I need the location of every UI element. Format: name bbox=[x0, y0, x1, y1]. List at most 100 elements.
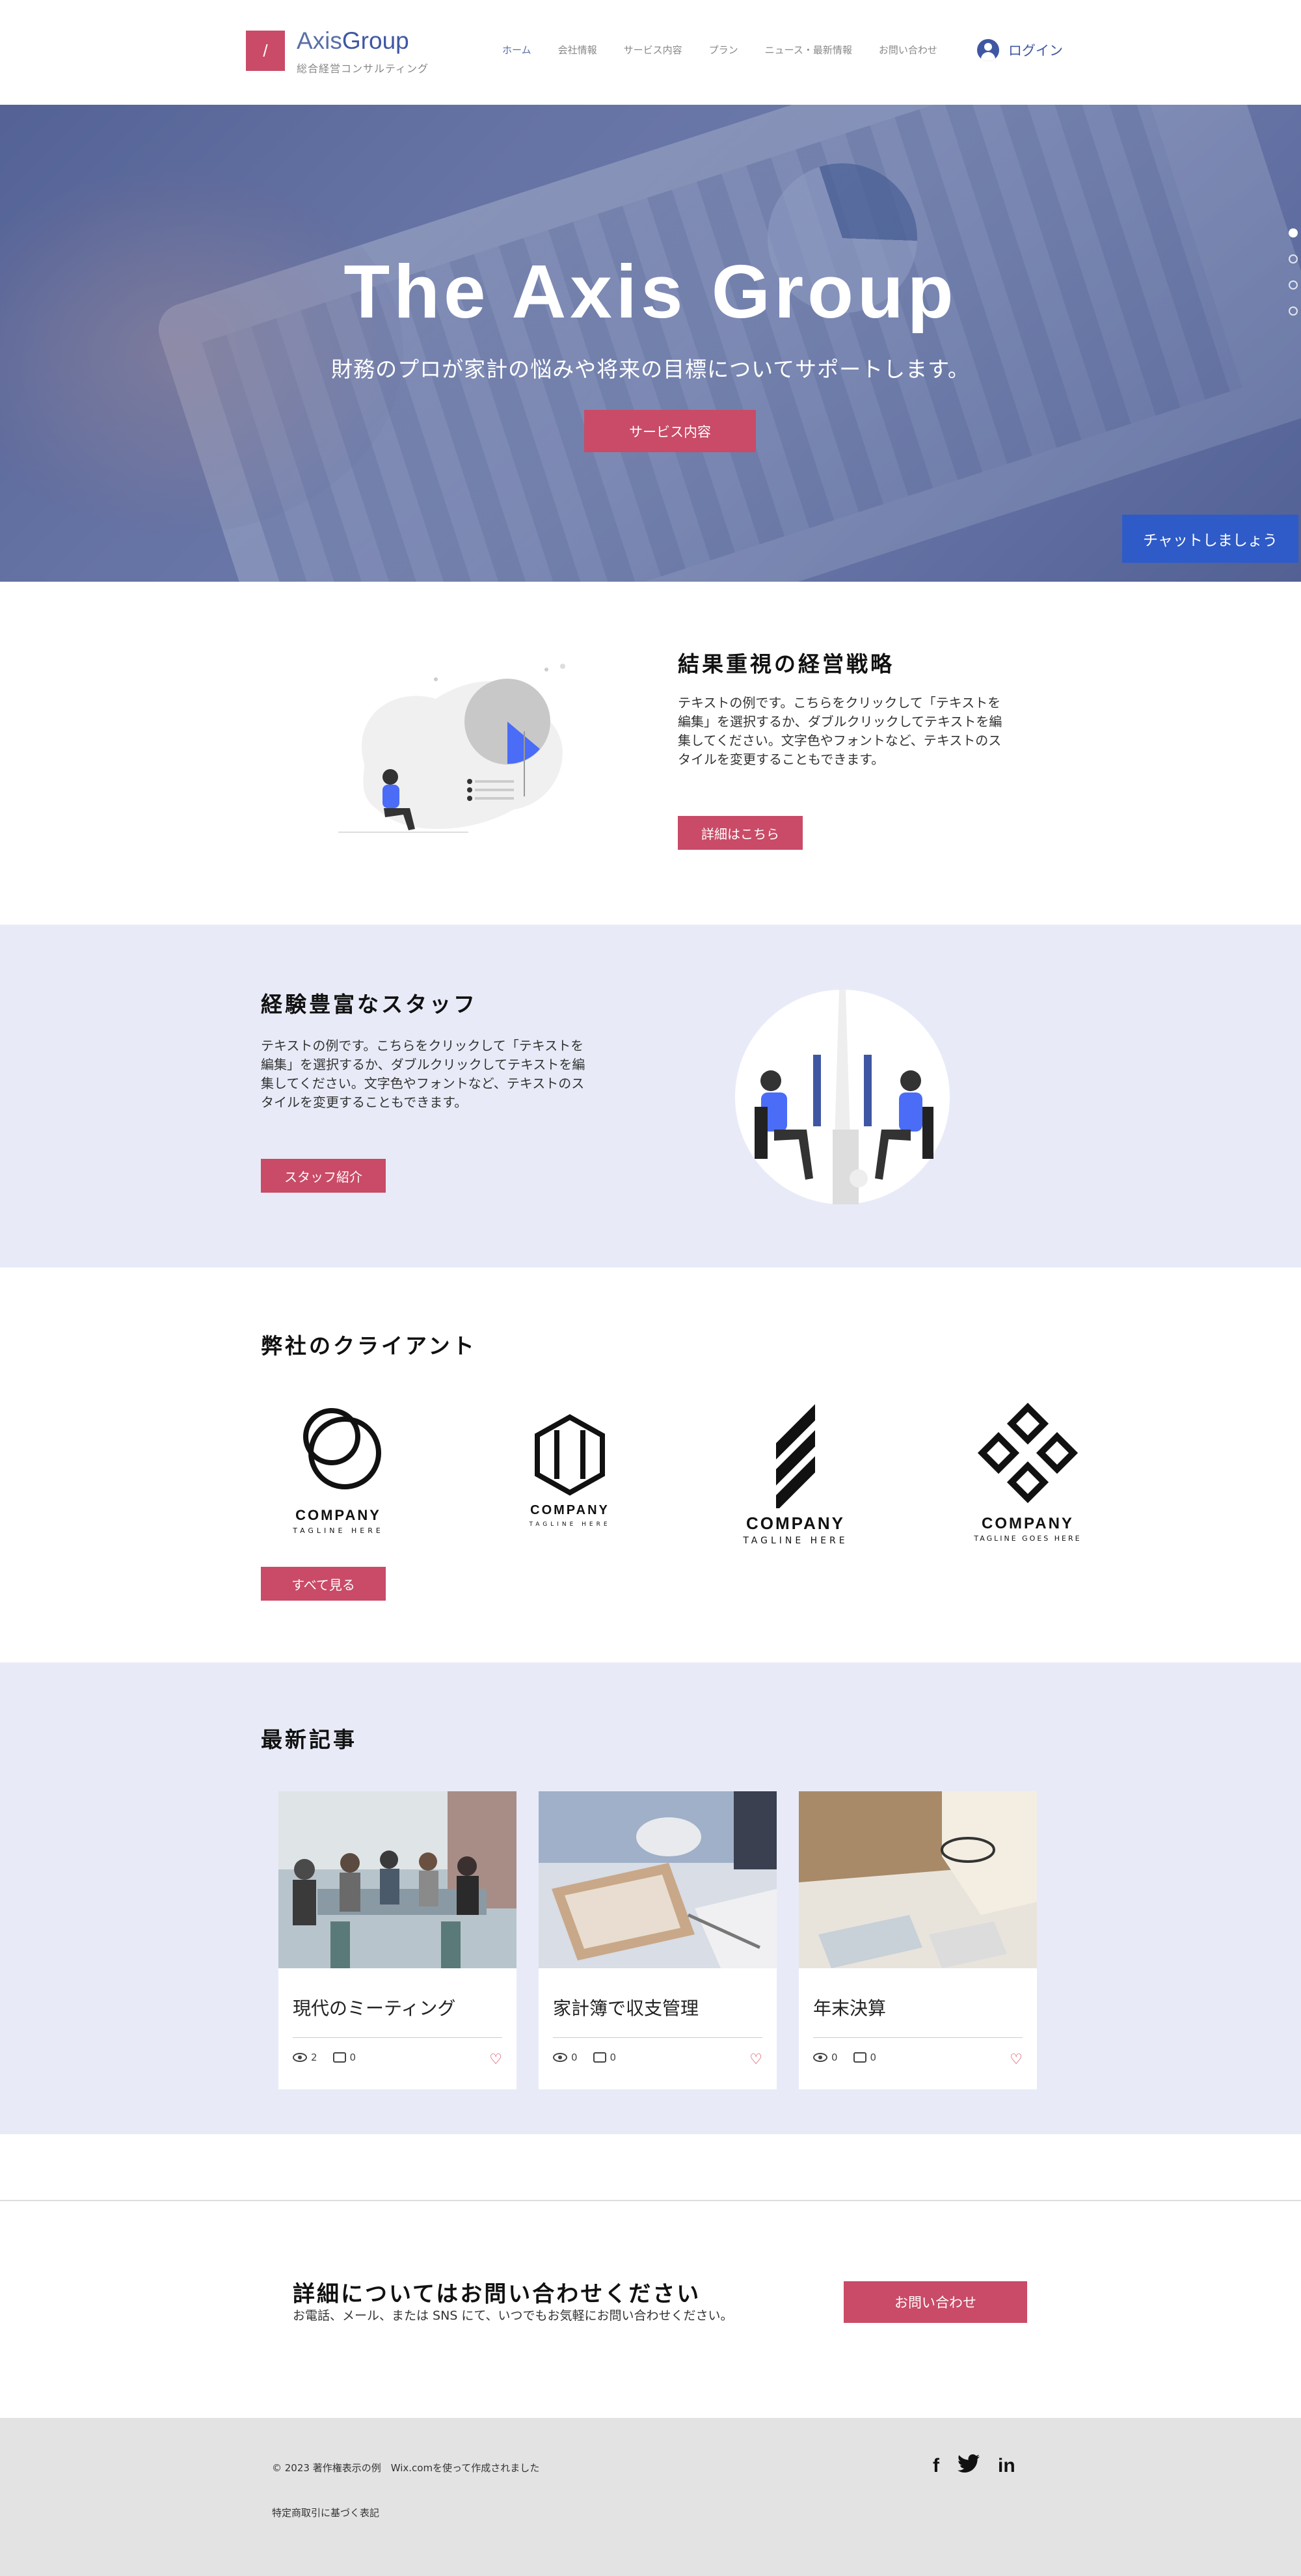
staff-intro-button[interactable]: スタッフ紹介 bbox=[261, 1159, 386, 1193]
client-name: COMPANY bbox=[746, 1513, 845, 1533]
linkedin-icon[interactable]: in bbox=[998, 2455, 1015, 2477]
logo-name[interactable]: AxisGroup bbox=[297, 27, 409, 55]
hero-overlay bbox=[0, 105, 1301, 582]
nav-item-company[interactable]: 会社情報 bbox=[558, 43, 597, 57]
comments-icon bbox=[332, 2052, 346, 2063]
client-name: COMPANY bbox=[982, 1515, 1074, 1532]
facebook-icon[interactable]: f bbox=[933, 2455, 939, 2477]
comment-count: 0 bbox=[349, 2052, 356, 2063]
views-icon bbox=[553, 2053, 567, 2062]
post-stats: 2 0 bbox=[293, 2052, 356, 2063]
rings-logo-icon bbox=[303, 1408, 381, 1489]
client-tagline: TAGLINE HERE bbox=[293, 1526, 384, 1535]
views-icon bbox=[813, 2053, 827, 2062]
login-button[interactable]: ログイン bbox=[977, 39, 1063, 61]
blog-post-card[interactable]: 家計簿で収支管理 0 0 ♡ bbox=[539, 1791, 777, 2089]
like-heart-icon[interactable]: ♡ bbox=[1010, 2052, 1023, 2068]
post-title[interactable]: 年末決算 bbox=[813, 1994, 886, 2020]
client-tagline: TAGLINE HERE bbox=[743, 1536, 848, 1546]
section-dot[interactable] bbox=[1289, 280, 1298, 290]
details-button[interactable]: 詳細はこちら bbox=[678, 816, 803, 850]
analytics-illustration bbox=[338, 664, 565, 833]
post-title[interactable]: 家計簿で収支管理 bbox=[553, 1994, 699, 2020]
twitter-icon[interactable] bbox=[957, 2454, 980, 2478]
section-dot[interactable] bbox=[1289, 254, 1298, 264]
section-dot[interactable] bbox=[1289, 306, 1298, 316]
logo-subtitle: 総合経営コンサルティング bbox=[297, 62, 429, 75]
section-dot[interactable] bbox=[1289, 228, 1298, 237]
post-title[interactable]: 現代のミーティング bbox=[293, 1994, 455, 2020]
nav-item-news[interactable]: ニュース・最新情報 bbox=[765, 43, 852, 57]
main-nav: ホーム 会社情報 サービス内容 プラン ニュース・最新情報 お問い合わせ bbox=[502, 43, 964, 57]
client-logo-1[interactable]: COMPANY TAGLINE HERE bbox=[280, 1398, 397, 1554]
blog-post-card[interactable]: 現代のミーティング 2 0 ♡ bbox=[278, 1791, 516, 2089]
staff-title: 経験豊富なスタッフ bbox=[261, 992, 477, 1017]
like-heart-icon[interactable]: ♡ bbox=[489, 2052, 502, 2068]
client-logo-3[interactable]: COMPANY TAGLINE HERE bbox=[737, 1398, 854, 1554]
post-stats: 0 0 bbox=[553, 2052, 616, 2063]
clients-section: 弊社のクライアント COMPANY TAGLINE HERE COMPANY T… bbox=[0, 1268, 1301, 1662]
logo-name-first: Axis bbox=[297, 27, 342, 54]
views-icon bbox=[293, 2053, 307, 2062]
social-links: f in bbox=[933, 2454, 1015, 2478]
contact-title: 詳細についてはお問い合わせください bbox=[293, 2281, 701, 2307]
staff-section: 経験豊富なスタッフ テキストの例です。こちらをクリックして「テキストを編集」を選… bbox=[0, 925, 1301, 1268]
hero-subtitle: 財務のプロが家計の悩みや将来の目標についてサポートします。 bbox=[331, 357, 970, 382]
hexagon-logo-icon bbox=[535, 1414, 605, 1496]
staff-illustration bbox=[735, 990, 950, 1204]
diamond-logo-icon bbox=[977, 1402, 1079, 1504]
meeting-photo bbox=[278, 1791, 516, 1968]
blog-post-card[interactable]: 年末決算 0 0 ♡ bbox=[799, 1791, 1037, 2089]
services-button[interactable]: サービス内容 bbox=[584, 410, 756, 452]
client-tagline: TAGLINE HERE bbox=[529, 1521, 611, 1528]
view-count: 0 bbox=[571, 2052, 578, 2063]
site-header: / AxisGroup 総合経営コンサルティング ホーム 会社情報 サービス内容… bbox=[0, 0, 1301, 105]
section-divider bbox=[0, 2200, 1301, 2201]
blog-section: 最新記事 現代のミーティング 2 0 ♡ 家計簿で収支管理 0 0 ♡ 年末決算… bbox=[0, 1662, 1301, 2134]
hero-title: The Axis Group bbox=[343, 249, 958, 334]
clients-title: 弊社のクライアント bbox=[261, 1333, 477, 1359]
nav-item-services[interactable]: サービス内容 bbox=[624, 43, 682, 57]
legal-notice-link[interactable]: 特定商取引に基づく表記 bbox=[272, 2506, 379, 2519]
comments-icon bbox=[593, 2052, 606, 2063]
divider bbox=[553, 2037, 762, 2038]
hero-section: The Axis Group 財務のプロが家計の悩みや将来の目標についてサポート… bbox=[0, 105, 1301, 582]
like-heart-icon[interactable]: ♡ bbox=[749, 2052, 762, 2068]
chat-button[interactable]: チャットしましょう bbox=[1122, 515, 1298, 563]
client-logo-4[interactable]: COMPANY TAGLINE GOES HERE bbox=[969, 1398, 1086, 1554]
logo-mark[interactable]: / bbox=[246, 31, 285, 71]
copyright-text: © 2023 著作権表示の例 Wix.comを使って作成されました bbox=[272, 2462, 540, 2474]
client-logo-2[interactable]: COMPANY TAGLINE HERE bbox=[511, 1398, 628, 1554]
client-name: COMPANY bbox=[530, 1503, 610, 1517]
user-avatar-icon bbox=[977, 39, 999, 61]
view-count: 0 bbox=[831, 2052, 838, 2063]
nav-item-contact[interactable]: お問い合わせ bbox=[879, 43, 937, 57]
login-label: ログイン bbox=[1008, 43, 1063, 59]
stripes-logo-icon bbox=[776, 1404, 815, 1512]
logo-name-second: Group bbox=[342, 27, 409, 54]
blog-title: 最新記事 bbox=[261, 1727, 357, 1752]
nav-item-plans[interactable]: プラン bbox=[709, 43, 738, 57]
post-stats: 0 0 bbox=[813, 2052, 876, 2063]
accounting-photo bbox=[799, 1791, 1037, 1968]
section-nav-dots bbox=[1289, 228, 1298, 316]
divider bbox=[293, 2037, 502, 2038]
strategy-section: 結果重視の経営戦略 テキストの例です。こちらをクリックして「テキストを編集」を選… bbox=[0, 582, 1301, 925]
contact-section: 詳細についてはお問い合わせください お電話、メール、または SNS にて、いつで… bbox=[0, 2134, 1301, 2418]
logo-mark-text: / bbox=[263, 40, 268, 61]
calculator-photo bbox=[539, 1791, 777, 1968]
strategy-text: テキストの例です。こちらをクリックして「テキストを編集」を選択するか、ダブルクリ… bbox=[678, 695, 1002, 767]
view-all-button[interactable]: すべて見る bbox=[261, 1567, 386, 1601]
staff-text: テキストの例です。こちらをクリックして「テキストを編集」を選択するか、ダブルクリ… bbox=[261, 1038, 585, 1110]
divider bbox=[813, 2037, 1023, 2038]
comments-icon bbox=[853, 2052, 866, 2063]
client-tagline: TAGLINE GOES HERE bbox=[974, 1534, 1082, 1543]
client-name: COMPANY bbox=[295, 1507, 381, 1523]
comment-count: 0 bbox=[610, 2052, 617, 2063]
site-footer: © 2023 著作権表示の例 Wix.comを使って作成されました 特定商取引に… bbox=[0, 2418, 1301, 2576]
contact-button[interactable]: お問い合わせ bbox=[844, 2281, 1027, 2323]
view-count: 2 bbox=[311, 2052, 317, 2063]
nav-item-home[interactable]: ホーム bbox=[502, 43, 531, 57]
contact-text: お電話、メール、または SNS にて、いつでもお気軽にお問い合わせください。 bbox=[293, 2309, 733, 2323]
comment-count: 0 bbox=[870, 2052, 877, 2063]
